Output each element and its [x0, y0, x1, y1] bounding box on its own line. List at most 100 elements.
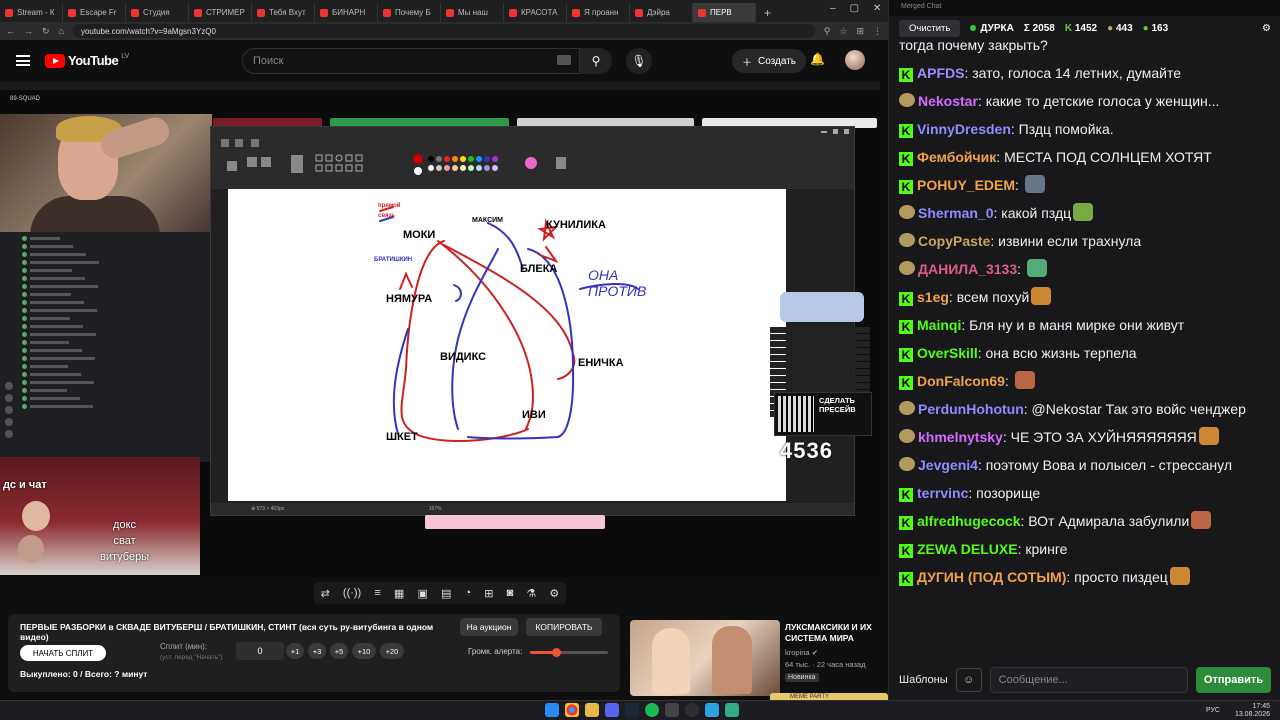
discord-member-row[interactable] — [22, 338, 212, 346]
discord-member-row[interactable] — [22, 322, 212, 330]
browser-tab[interactable]: Студия — [126, 3, 189, 22]
chat-username[interactable]: khmelnytsky — [918, 429, 1003, 445]
zoom-icon[interactable]: ⚲ — [824, 26, 831, 37]
chat-username[interactable]: terrvinc — [917, 485, 968, 501]
start-split-button[interactable]: НАЧАТЬ СПЛИТ — [20, 645, 106, 661]
browser-tab[interactable]: БИНАРН — [315, 3, 378, 22]
discord-member-row[interactable] — [22, 346, 212, 354]
speed-icon[interactable]: ≡ — [374, 587, 380, 599]
obs-icon[interactable] — [685, 703, 699, 717]
app-icon[interactable] — [725, 703, 739, 717]
volume-knob[interactable] — [551, 648, 561, 657]
split-add-button[interactable]: +1 — [286, 643, 304, 659]
browser-tab[interactable]: КРАСОТА — [504, 3, 567, 22]
discord-member-row[interactable] — [22, 370, 212, 378]
recommended-title[interactable]: ЛУКСМАКСИКИ И ИХ СИСТЕМА МИРА — [785, 622, 880, 644]
chat-username[interactable]: VinnyDresden — [917, 121, 1011, 137]
flask-icon[interactable]: ⚗ — [526, 587, 536, 600]
create-button[interactable]: ＋ Создать — [732, 49, 807, 73]
discord-icon[interactable] — [605, 703, 619, 717]
discord-member-row[interactable] — [22, 298, 212, 306]
recommended-channel[interactable]: kropina ✔ — [785, 648, 818, 657]
discord-member-row[interactable] — [22, 394, 212, 402]
browser-tab[interactable]: Тебя Вхут — [252, 3, 315, 22]
message-input[interactable]: Сообщение... — [989, 667, 1188, 693]
reload-icon[interactable]: ↻ — [42, 26, 50, 37]
maximize-icon[interactable]: ▢ — [850, 3, 859, 14]
gear-icon[interactable]: ⚙ — [549, 587, 559, 600]
back-icon[interactable]: ← — [6, 26, 15, 36]
discord-member-row[interactable] — [22, 290, 212, 298]
explorer-icon[interactable] — [585, 703, 599, 717]
url-field[interactable]: youtube.com/watch?v=9aMgsn3YzQ0 — [72, 24, 815, 38]
menu-icon[interactable] — [16, 55, 30, 66]
new-tab-button[interactable]: + — [756, 3, 779, 22]
browser-tab[interactable]: Почему Б — [378, 3, 441, 22]
recommended-video[interactable]: ЛУКСМАКСИКИ И ИХ СИСТЕМА МИРА kropina ✔ … — [630, 620, 880, 696]
chat-username[interactable]: Jevgeni4 — [918, 457, 978, 473]
chrome-icon[interactable] — [565, 703, 579, 717]
split-add-button[interactable]: +10 — [352, 643, 376, 659]
discord-member-row[interactable] — [22, 362, 212, 370]
audio-icon[interactable]: ((·)) — [343, 587, 361, 599]
browser-tab[interactable]: Дэйра — [630, 3, 693, 22]
browser-tab[interactable]: Мы наш — [441, 3, 504, 22]
telegram-icon[interactable] — [705, 703, 719, 717]
extensions-icon[interactable]: ⊞ — [856, 26, 864, 37]
chat-username[interactable]: ДАНИЛА_3133 — [918, 261, 1017, 277]
discord-member-row[interactable] — [22, 354, 212, 362]
discord-member-row[interactable] — [22, 266, 212, 274]
keyboard-icon[interactable] — [557, 55, 571, 65]
discord-member-row[interactable] — [22, 234, 212, 242]
split-add-button[interactable]: +20 — [380, 643, 404, 659]
chat-username[interactable]: PerdunHohotun — [918, 401, 1024, 417]
minimize-icon[interactable]: – — [830, 3, 836, 14]
chat-username[interactable]: alfredhugecock — [917, 513, 1020, 529]
discord-member-row[interactable] — [22, 330, 212, 338]
image-icon[interactable]: ▣ — [417, 587, 427, 600]
split-add-button[interactable]: +3 — [308, 643, 326, 659]
chat-username[interactable]: ZEWA DELUXE — [917, 541, 1018, 557]
spotify-icon[interactable] — [645, 703, 659, 717]
account-avatar[interactable] — [845, 50, 865, 70]
auction-button[interactable]: На аукцион — [460, 618, 518, 636]
youtube-logo[interactable]: YouTube LV — [45, 53, 129, 68]
discord-member-row[interactable] — [22, 258, 212, 266]
camera-icon[interactable]: ◙ — [507, 587, 514, 599]
clapper-icon[interactable]: ▦ — [394, 587, 404, 600]
browser-tab[interactable]: Escape Fr — [63, 3, 126, 22]
discord-member-row[interactable] — [22, 242, 212, 250]
add-icon[interactable]: ⊞ — [484, 587, 493, 600]
send-button[interactable]: Отправить — [1195, 667, 1271, 693]
templates-button[interactable]: Шаблоны — [899, 674, 948, 686]
paint-canvas[interactable]: прямой связь МАКСИМ КУНИЛИКА МОКИ БРАТИШКИН БЛ… — [228, 189, 786, 501]
chat-username[interactable]: DonFalcon69 — [917, 373, 1005, 389]
chat-username[interactable]: CopyPaste — [918, 233, 990, 249]
gauge-icon[interactable]: ◔ — [465, 587, 472, 599]
search-input[interactable]: Поиск — [242, 48, 580, 74]
alert-volume-slider[interactable] — [530, 648, 608, 657]
video-thumbnail[interactable] — [630, 620, 780, 696]
chat-username[interactable]: Фембойчик — [917, 149, 996, 165]
chat-username[interactable]: Sherman_0 — [918, 205, 993, 221]
discord-member-row[interactable] — [22, 250, 212, 258]
close-icon[interactable]: ✕ — [873, 3, 881, 14]
loop-icon[interactable]: ⇄ — [321, 587, 330, 600]
discord-member-row[interactable] — [22, 378, 212, 386]
notifications-bell-icon[interactable]: 🔔 — [810, 52, 825, 66]
chat-username[interactable]: POHUY_EDEM — [917, 177, 1015, 193]
discord-member-row[interactable] — [22, 274, 212, 282]
settings-gear-icon[interactable]: ⚙ — [1262, 23, 1271, 34]
steam-icon[interactable] — [625, 703, 639, 717]
copy-button[interactable]: КОПИРОВАТЬ — [526, 618, 602, 636]
browser-tab[interactable]: Stream - К — [0, 3, 63, 22]
chat-username[interactable]: Mainqi — [917, 317, 961, 333]
emoji-icon[interactable]: ☺ — [955, 668, 982, 692]
chat-username[interactable]: OverSkill — [917, 345, 978, 361]
clear-button[interactable]: Очистить — [899, 19, 961, 37]
home-icon[interactable]: ⌂ — [59, 26, 64, 36]
frame-icon[interactable]: ▤ — [441, 587, 451, 600]
discord-member-row[interactable] — [22, 282, 212, 290]
split-add-button[interactable]: +5 — [330, 643, 348, 659]
search-button[interactable]: ⚲ — [580, 48, 612, 74]
